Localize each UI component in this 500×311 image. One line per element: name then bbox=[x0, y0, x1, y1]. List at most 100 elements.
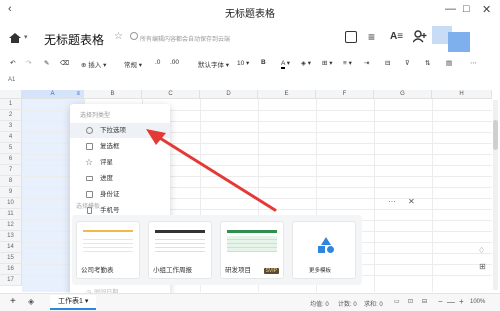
add-user-icon[interactable] bbox=[412, 30, 427, 43]
window-title: 无标题表格 bbox=[225, 9, 275, 20]
column-header-h[interactable]: H bbox=[432, 90, 492, 99]
stat-sum: 求和: 0 bbox=[364, 302, 383, 308]
row-header[interactable]: 1 bbox=[0, 99, 22, 110]
column-header-b[interactable]: B bbox=[84, 90, 142, 99]
thumbnail bbox=[155, 236, 205, 252]
format-painter-icon[interactable]: ✎ bbox=[44, 59, 49, 67]
row-header[interactable]: 17 bbox=[0, 275, 22, 286]
checkbox-icon bbox=[86, 143, 93, 150]
progress-icon bbox=[86, 176, 93, 181]
row-header[interactable]: 3 bbox=[0, 121, 22, 132]
sheets-icon[interactable]: ◈ bbox=[28, 297, 34, 306]
more-icon[interactable]: ⋯ bbox=[470, 59, 477, 67]
column-header-d[interactable]: D bbox=[200, 90, 258, 99]
insert-button[interactable]: ⊕ 插入 ▾ bbox=[81, 59, 106, 69]
close-button[interactable]: ✕ bbox=[482, 3, 491, 16]
bold-button[interactable]: B bbox=[261, 59, 266, 66]
avatar[interactable] bbox=[448, 32, 470, 52]
row-header[interactable]: 13 bbox=[0, 231, 22, 242]
shapes-icon bbox=[317, 236, 335, 254]
row-header[interactable]: 11 bbox=[0, 209, 22, 220]
undo-icon[interactable]: ↶ bbox=[10, 59, 15, 67]
row-header[interactable]: 10 bbox=[0, 198, 22, 209]
zoom-in-button[interactable]: + bbox=[459, 297, 464, 306]
align-icon[interactable]: ≡ ▾ bbox=[343, 59, 352, 67]
column-header-f[interactable]: F bbox=[316, 90, 374, 99]
row-header[interactable]: 7 bbox=[0, 165, 22, 176]
template-panel: 公司考勤表 小组工作周报 研发项目 SVIP 更多模板 bbox=[72, 215, 362, 285]
fill-color-icon[interactable]: ◈ ▾ bbox=[301, 59, 311, 67]
sheet-tab[interactable]: 工作表1 ▾ bbox=[50, 295, 97, 310]
more-options-icon[interactable]: ··· bbox=[388, 197, 396, 206]
corner-cell[interactable] bbox=[0, 90, 22, 99]
font-color-button[interactable]: A ▾ bbox=[281, 59, 290, 69]
font-select[interactable]: 默认字体 ▾ bbox=[198, 59, 229, 69]
thumbnail bbox=[227, 236, 277, 252]
close-panel-icon[interactable]: ✕ bbox=[408, 197, 415, 206]
template-card-more[interactable]: 更多模板 bbox=[292, 221, 356, 279]
template-card-attendance[interactable]: 公司考勤表 bbox=[76, 221, 140, 279]
dropdown-icon bbox=[86, 127, 93, 134]
help-icon[interactable]: ♢ bbox=[478, 246, 485, 255]
cloud-sync-icon bbox=[130, 32, 138, 40]
row-header[interactable]: 5 bbox=[0, 143, 22, 154]
redo-icon[interactable]: ↷ bbox=[26, 59, 31, 67]
zoom-out-button[interactable]: − bbox=[438, 297, 443, 306]
maximize-button[interactable]: □ bbox=[463, 3, 470, 15]
column-header-a[interactable]: A ≡ bbox=[22, 90, 84, 99]
sort-icon[interactable]: ⇅ bbox=[425, 59, 430, 67]
home-icon[interactable] bbox=[8, 31, 24, 43]
zoom-level: 100% bbox=[470, 299, 486, 305]
border-icon[interactable]: ⊞ ▾ bbox=[322, 59, 333, 67]
clear-format-icon[interactable]: ⌫ bbox=[60, 59, 69, 67]
add-sheet-button[interactable]: + bbox=[10, 296, 16, 307]
number-format-select[interactable]: 常规 ▾ bbox=[124, 59, 142, 69]
annotation-arrow bbox=[146, 129, 277, 212]
row-header[interactable]: 12 bbox=[0, 220, 22, 231]
chevron-down-icon[interactable]: ▾ bbox=[24, 33, 28, 41]
thumbnail bbox=[227, 230, 277, 233]
menu-header: 选择列类型 bbox=[80, 113, 111, 119]
scroll-thumb[interactable] bbox=[493, 120, 498, 150]
template-header: 选择模板 bbox=[76, 204, 101, 210]
zoom-slider[interactable] bbox=[447, 302, 455, 303]
toolbar: ↶ ↷ ✎ ⌫ ⊕ 插入 ▾ 常规 ▾ .0 .00 默认字体 ▾ 10 ▾ B… bbox=[0, 56, 500, 74]
star-icon[interactable]: ☆ bbox=[114, 31, 123, 42]
row-header[interactable]: 2 bbox=[0, 110, 22, 121]
stat-average: 均值: 0 bbox=[310, 302, 329, 308]
view-icon[interactable]: ▭ bbox=[394, 298, 400, 305]
minimize-button[interactable]: — bbox=[445, 3, 456, 15]
template-card-weekly-report[interactable]: 小组工作周报 bbox=[148, 221, 212, 279]
thumbnail bbox=[155, 230, 205, 233]
row-header[interactable]: 15 bbox=[0, 253, 22, 264]
ruler-icon[interactable]: ⊟ bbox=[422, 298, 427, 305]
edit-icon[interactable] bbox=[345, 31, 357, 43]
decimal-00-icon[interactable]: .00 bbox=[170, 59, 179, 66]
row-header[interactable]: 4 bbox=[0, 132, 22, 143]
row-header[interactable]: 14 bbox=[0, 242, 22, 253]
wrap-icon[interactable]: ⇥ bbox=[364, 59, 369, 67]
menu-icon[interactable]: ≡ bbox=[368, 30, 375, 44]
row-header[interactable]: 16 bbox=[0, 264, 22, 275]
thumbnail bbox=[83, 236, 133, 252]
row-header[interactable]: 8 bbox=[0, 176, 22, 187]
column-header-c[interactable]: C bbox=[142, 90, 200, 99]
column-type-icon[interactable]: ≡ bbox=[76, 90, 80, 99]
row-header[interactable]: 6 bbox=[0, 154, 22, 165]
merge-icon[interactable]: ⊟ bbox=[385, 59, 390, 67]
layout-icon[interactable]: ⊡ bbox=[408, 298, 413, 305]
doc-title[interactable]: 无标题表格 bbox=[44, 31, 104, 48]
filter-icon[interactable]: ⊽ bbox=[405, 59, 410, 67]
decimal-icon[interactable]: .0 bbox=[155, 59, 160, 66]
id-card-icon bbox=[86, 191, 93, 198]
column-header-g[interactable]: G bbox=[374, 90, 432, 99]
cell-ref: A1 bbox=[8, 77, 16, 83]
grid-view-icon[interactable]: ⊞ bbox=[479, 262, 486, 271]
text-format-icon[interactable]: A≡ bbox=[390, 31, 403, 42]
template-card-rd-project[interactable]: 研发项目 SVIP bbox=[220, 221, 284, 279]
row-header[interactable]: 9 bbox=[0, 187, 22, 198]
font-size-select[interactable]: 10 ▾ bbox=[237, 59, 249, 67]
freeze-icon[interactable]: ▤ bbox=[446, 59, 452, 67]
formula-bar: A1 bbox=[0, 76, 500, 88]
column-header-e[interactable]: E bbox=[258, 90, 316, 99]
